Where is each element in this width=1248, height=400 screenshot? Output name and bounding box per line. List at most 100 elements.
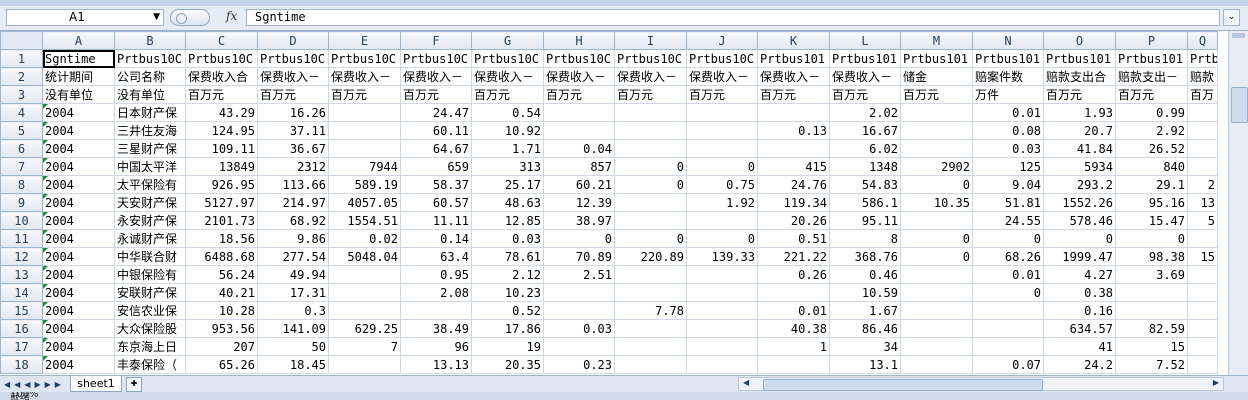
- cell[interactable]: 0.13: [757, 121, 830, 140]
- cell[interactable]: 113.66: [257, 175, 329, 194]
- cell[interactable]: 2004: [42, 193, 115, 212]
- cell[interactable]: 2004: [42, 211, 115, 230]
- cell[interactable]: 永诚财产保: [114, 229, 186, 248]
- cell[interactable]: 1: [757, 337, 830, 356]
- cell[interactable]: [900, 211, 973, 230]
- cell[interactable]: Prtbus101: [1043, 49, 1116, 68]
- horizontal-scroll-thumb[interactable]: [763, 379, 1043, 391]
- cell[interactable]: 313: [471, 157, 544, 176]
- cell[interactable]: 三井住友海: [114, 121, 186, 140]
- cell[interactable]: 12.39: [543, 193, 615, 212]
- cell[interactable]: 82.59: [1115, 319, 1188, 338]
- cell[interactable]: 2902: [900, 157, 973, 176]
- cell[interactable]: [614, 139, 687, 158]
- cell[interactable]: Prtbus10C: [400, 49, 472, 68]
- cell[interactable]: 安信农业保: [114, 301, 186, 320]
- cell[interactable]: 百万: [1187, 85, 1218, 104]
- cell[interactable]: [686, 337, 758, 356]
- cell[interactable]: 96: [400, 337, 472, 356]
- cell[interactable]: 没有单位: [114, 85, 186, 104]
- cell[interactable]: 太平保险有: [114, 175, 186, 194]
- cell[interactable]: 18.56: [185, 229, 258, 248]
- formula-input[interactable]: Sgntime: [246, 9, 1220, 26]
- cell[interactable]: [614, 265, 687, 284]
- cell[interactable]: 15: [1187, 247, 1218, 266]
- cell[interactable]: 永安财产保: [114, 211, 186, 230]
- cell[interactable]: 18.45: [257, 355, 329, 374]
- cell[interactable]: 0.54: [471, 103, 544, 122]
- cell[interactable]: 保费收入－: [257, 67, 329, 86]
- cell[interactable]: 5127.97: [185, 193, 258, 212]
- cell[interactable]: 中华联合财: [114, 247, 186, 266]
- cell[interactable]: 38.49: [400, 319, 472, 338]
- cell[interactable]: 10.92: [471, 121, 544, 140]
- column-header[interactable]: E: [328, 31, 401, 50]
- cell[interactable]: [900, 103, 973, 122]
- cell[interactable]: [1187, 139, 1218, 158]
- cell[interactable]: 2004: [42, 319, 115, 338]
- select-all-corner[interactable]: [0, 31, 43, 50]
- cell[interactable]: 41.84: [1043, 139, 1116, 158]
- cell[interactable]: [1115, 301, 1188, 320]
- cell[interactable]: 578.46: [1043, 211, 1116, 230]
- cell[interactable]: [1187, 121, 1218, 140]
- cell[interactable]: 2004: [42, 337, 115, 356]
- cell[interactable]: 109.11: [185, 139, 258, 158]
- cell[interactable]: 2004: [42, 157, 115, 176]
- row-header[interactable]: 11: [0, 229, 43, 248]
- row-header[interactable]: 6: [0, 139, 43, 158]
- cell[interactable]: 百万元: [900, 85, 973, 104]
- new-sheet-icon[interactable]: ✚: [126, 377, 142, 392]
- cell[interactable]: 43.29: [185, 103, 258, 122]
- cell[interactable]: 86.46: [829, 319, 901, 338]
- column-header[interactable]: M: [900, 31, 973, 50]
- cell[interactable]: 293.2: [1043, 175, 1116, 194]
- cell[interactable]: Prtbus10C: [686, 49, 758, 68]
- cell[interactable]: 0: [972, 283, 1044, 302]
- cell[interactable]: 保费收入－: [686, 67, 758, 86]
- cell[interactable]: 6.02: [829, 139, 901, 158]
- cell[interactable]: 0.95: [400, 265, 472, 284]
- cell[interactable]: 1348: [829, 157, 901, 176]
- column-header[interactable]: K: [757, 31, 830, 50]
- cell[interactable]: 中国太平洋: [114, 157, 186, 176]
- cell[interactable]: [686, 103, 758, 122]
- cell[interactable]: 2.51: [543, 265, 615, 284]
- cell[interactable]: [757, 283, 830, 302]
- cell[interactable]: 2.92: [1115, 121, 1188, 140]
- cell[interactable]: [543, 283, 615, 302]
- cell[interactable]: 没有单位: [42, 85, 115, 104]
- row-header[interactable]: 18: [0, 355, 43, 374]
- cell[interactable]: 20.26: [757, 211, 830, 230]
- cell[interactable]: Prtbus10C: [471, 49, 544, 68]
- cell[interactable]: [757, 139, 830, 158]
- cell[interactable]: 2.08: [400, 283, 472, 302]
- row-header[interactable]: 8: [0, 175, 43, 194]
- column-header[interactable]: O: [1043, 31, 1116, 50]
- row-header[interactable]: 5: [0, 121, 43, 140]
- cell[interactable]: 1.93: [1043, 103, 1116, 122]
- column-header[interactable]: D: [257, 31, 329, 50]
- cell[interactable]: 659: [400, 157, 472, 176]
- name-box[interactable]: A1 ▼: [6, 9, 164, 26]
- zoom-level[interactable]: 100%: [10, 392, 39, 400]
- cell[interactable]: Prtbus101: [757, 49, 830, 68]
- column-header[interactable]: H: [543, 31, 615, 50]
- cell[interactable]: [900, 337, 973, 356]
- cell[interactable]: 0.3: [257, 301, 329, 320]
- cell[interactable]: 49.94: [257, 265, 329, 284]
- cell[interactable]: 日本财产保: [114, 103, 186, 122]
- cell[interactable]: 207: [185, 337, 258, 356]
- column-header[interactable]: F: [400, 31, 472, 50]
- cell[interactable]: Prtb: [1187, 49, 1218, 68]
- cell[interactable]: 220.89: [614, 247, 687, 266]
- cell[interactable]: [1187, 157, 1218, 176]
- cell[interactable]: 98.38: [1115, 247, 1188, 266]
- formula-resize-handle[interactable]: [170, 9, 210, 26]
- cell[interactable]: [328, 265, 401, 284]
- cell[interactable]: 保费收入合: [185, 67, 258, 86]
- cell[interactable]: 保费收入－: [400, 67, 472, 86]
- column-header[interactable]: C: [185, 31, 258, 50]
- column-header[interactable]: N: [972, 31, 1044, 50]
- cell[interactable]: 48.63: [471, 193, 544, 212]
